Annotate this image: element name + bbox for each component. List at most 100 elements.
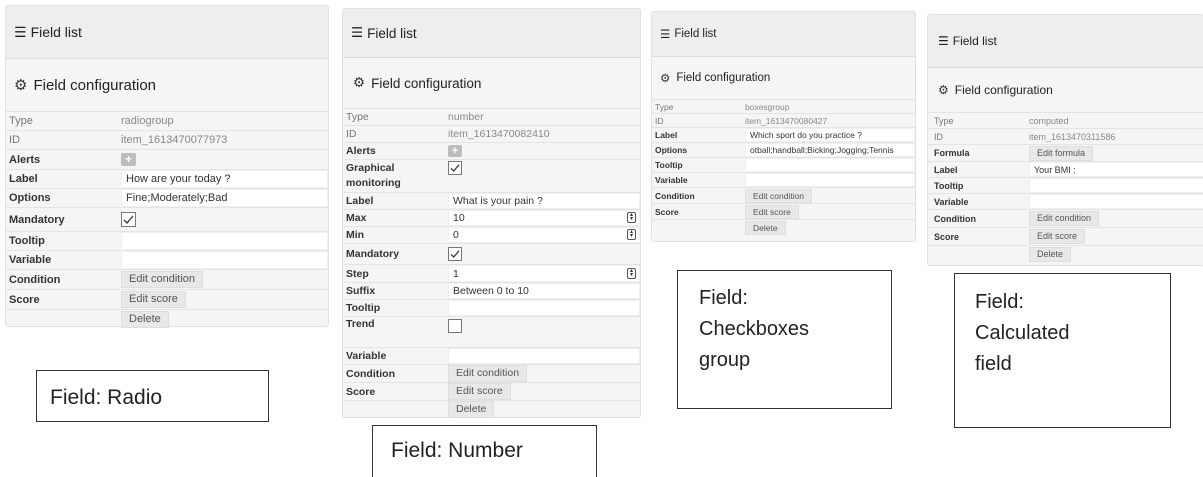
score-label: Score (9, 293, 40, 306)
cogs-icon: ⚙ (14, 77, 28, 94)
delete-row: Delete (343, 401, 640, 418)
trend-row: Trend (343, 317, 640, 348)
max-input[interactable]: 10 (448, 210, 640, 226)
step-spinner-icon[interactable]: ▴ ▾ (627, 268, 636, 279)
radio-field-panel: ☰ Field list ⚙ Field configuration Type … (5, 5, 329, 328)
score-label: Score (346, 385, 376, 398)
score-row: Score Edit score (343, 383, 640, 401)
min-row: Min 0 ▴ ▾ (343, 227, 640, 244)
add-alert-plus-icon[interactable]: + (448, 145, 462, 157)
field-configuration-header: ⚙ Field configuration (928, 68, 1203, 113)
tooltip-input[interactable] (448, 300, 640, 316)
field-list-title: Field list (952, 34, 997, 48)
min-spinner-icon[interactable]: ▴ ▾ (627, 229, 636, 240)
variable-input[interactable] (1029, 194, 1203, 209)
label-row: Label Your BMI : (928, 162, 1203, 178)
label-input[interactable]: Which sport do you practice ? (745, 128, 915, 142)
formula-row: Formula Edit formula (928, 145, 1203, 162)
field-list-header[interactable]: ☰ Field list (343, 9, 640, 58)
field-list-header[interactable]: ☰ Field list (6, 6, 328, 59)
options-input[interactable]: otball;handball;Bicking;Jogging;Tennis (745, 143, 915, 157)
tooltip-input[interactable] (745, 158, 915, 172)
id-label: ID (9, 134, 20, 146)
variable-input[interactable] (745, 173, 915, 187)
options-input[interactable]: Fine;Moderately;Bad (121, 189, 328, 207)
label-input[interactable]: How are your today ? (121, 170, 328, 188)
graphical-monitoring-checkbox[interactable] (448, 161, 462, 175)
type-value: computed (1029, 115, 1069, 126)
field-list-title: Field list (30, 24, 82, 40)
condition-row: Condition Edit condition (928, 210, 1203, 228)
tooltip-row: Tooltip (343, 300, 640, 317)
field-configuration-header: ⚙ Field configuration (6, 59, 328, 112)
graphical-monitoring-label: Graphical monitoring (343, 160, 448, 191)
id-label: ID (934, 131, 943, 142)
suffix-input[interactable]: Between 0 to 10 (448, 283, 640, 299)
delete-button[interactable]: Delete (1029, 247, 1072, 262)
edit-condition-button[interactable]: Edit condition (1029, 211, 1100, 226)
edit-condition-button[interactable]: Edit condition (121, 271, 204, 288)
options-row: Options otball;handball;Bicking;Jogging;… (652, 143, 915, 158)
number-field-panel: ☰ Field list ⚙ Field configuration Type … (342, 8, 641, 418)
variable-input[interactable] (448, 348, 640, 364)
edit-condition-button[interactable]: Edit condition (745, 188, 813, 203)
tooltip-label: Tooltip (934, 180, 964, 191)
add-alert-plus-icon[interactable]: + (121, 153, 136, 166)
tooltip-label: Tooltip (346, 302, 381, 314)
edit-score-button[interactable]: Edit score (1029, 229, 1086, 244)
tooltip-input[interactable] (121, 232, 328, 250)
mandatory-checkbox[interactable] (448, 247, 462, 261)
edit-condition-button[interactable]: Edit condition (448, 365, 528, 382)
list-icon: ☰ (14, 23, 27, 40)
id-row: ID item_1613470077973 (6, 131, 328, 150)
type-row: Type boxesgroup (652, 100, 915, 114)
caption-radio-text: Field: Radio (50, 386, 163, 409)
variable-input[interactable] (121, 251, 328, 269)
variable-row: Variable (6, 251, 328, 270)
label-row: Label Which sport do you practice ? (652, 128, 915, 143)
condition-row: Condition Edit condition (343, 365, 640, 383)
edit-formula-button[interactable]: Edit formula (1029, 145, 1094, 161)
mandatory-row: Mandatory (343, 244, 640, 265)
field-list-title: Field list (674, 28, 717, 40)
edit-score-button[interactable]: Edit score (745, 204, 799, 219)
type-value: radiogroup (121, 115, 174, 127)
variable-label: Variable (346, 350, 387, 362)
variable-label: Variable (655, 175, 688, 185)
computed-field-panel: ☰ Field list ⚙ Field configuration Type … (927, 14, 1203, 266)
label-input[interactable]: What is your pain ? (448, 193, 640, 209)
type-label: Type (655, 101, 674, 112)
caption-computed-line1: Field: (975, 291, 1024, 313)
edit-score-button[interactable]: Edit score (121, 291, 186, 308)
score-row: Score Edit score (6, 290, 328, 310)
label-input[interactable]: Your BMI : (1029, 162, 1203, 177)
check-icon (450, 250, 460, 258)
condition-label: Condition (655, 190, 695, 201)
field-list-header[interactable]: ☰ Field list (652, 12, 915, 57)
caption-computed-line2: Calculated (975, 322, 1070, 344)
list-icon: ☰ (660, 29, 671, 41)
label-row: Label What is your pain ? (343, 193, 640, 210)
checkboxes-field-panel: ☰ Field list ⚙ Field configuration Type … (651, 11, 916, 242)
label-label: Label (934, 164, 958, 175)
score-label: Score (934, 231, 960, 242)
step-input[interactable]: 1 (448, 265, 640, 282)
field-configuration-header: ⚙ Field configuration (652, 57, 915, 100)
delete-button[interactable]: Delete (448, 401, 495, 418)
tooltip-input[interactable] (1029, 178, 1203, 193)
id-row: ID item_1613470080427 (652, 114, 915, 128)
field-list-header[interactable]: ☰ Field list (928, 15, 1203, 68)
alerts-label: Alerts (9, 153, 41, 166)
list-icon: ☰ (351, 25, 364, 40)
edit-score-button[interactable]: Edit score (448, 383, 511, 400)
max-spinner-icon[interactable]: ▴ ▾ (627, 212, 636, 223)
mandatory-row: Mandatory (6, 208, 328, 232)
min-input[interactable]: 0 (448, 227, 640, 243)
delete-button[interactable]: Delete (121, 311, 169, 328)
type-row: Type computed (928, 113, 1203, 129)
tooltip-row: Tooltip (928, 178, 1203, 194)
delete-button[interactable]: Delete (745, 220, 786, 235)
trend-checkbox[interactable] (448, 319, 462, 333)
alerts-row: Alerts + (343, 143, 640, 160)
mandatory-checkbox[interactable] (121, 212, 136, 227)
